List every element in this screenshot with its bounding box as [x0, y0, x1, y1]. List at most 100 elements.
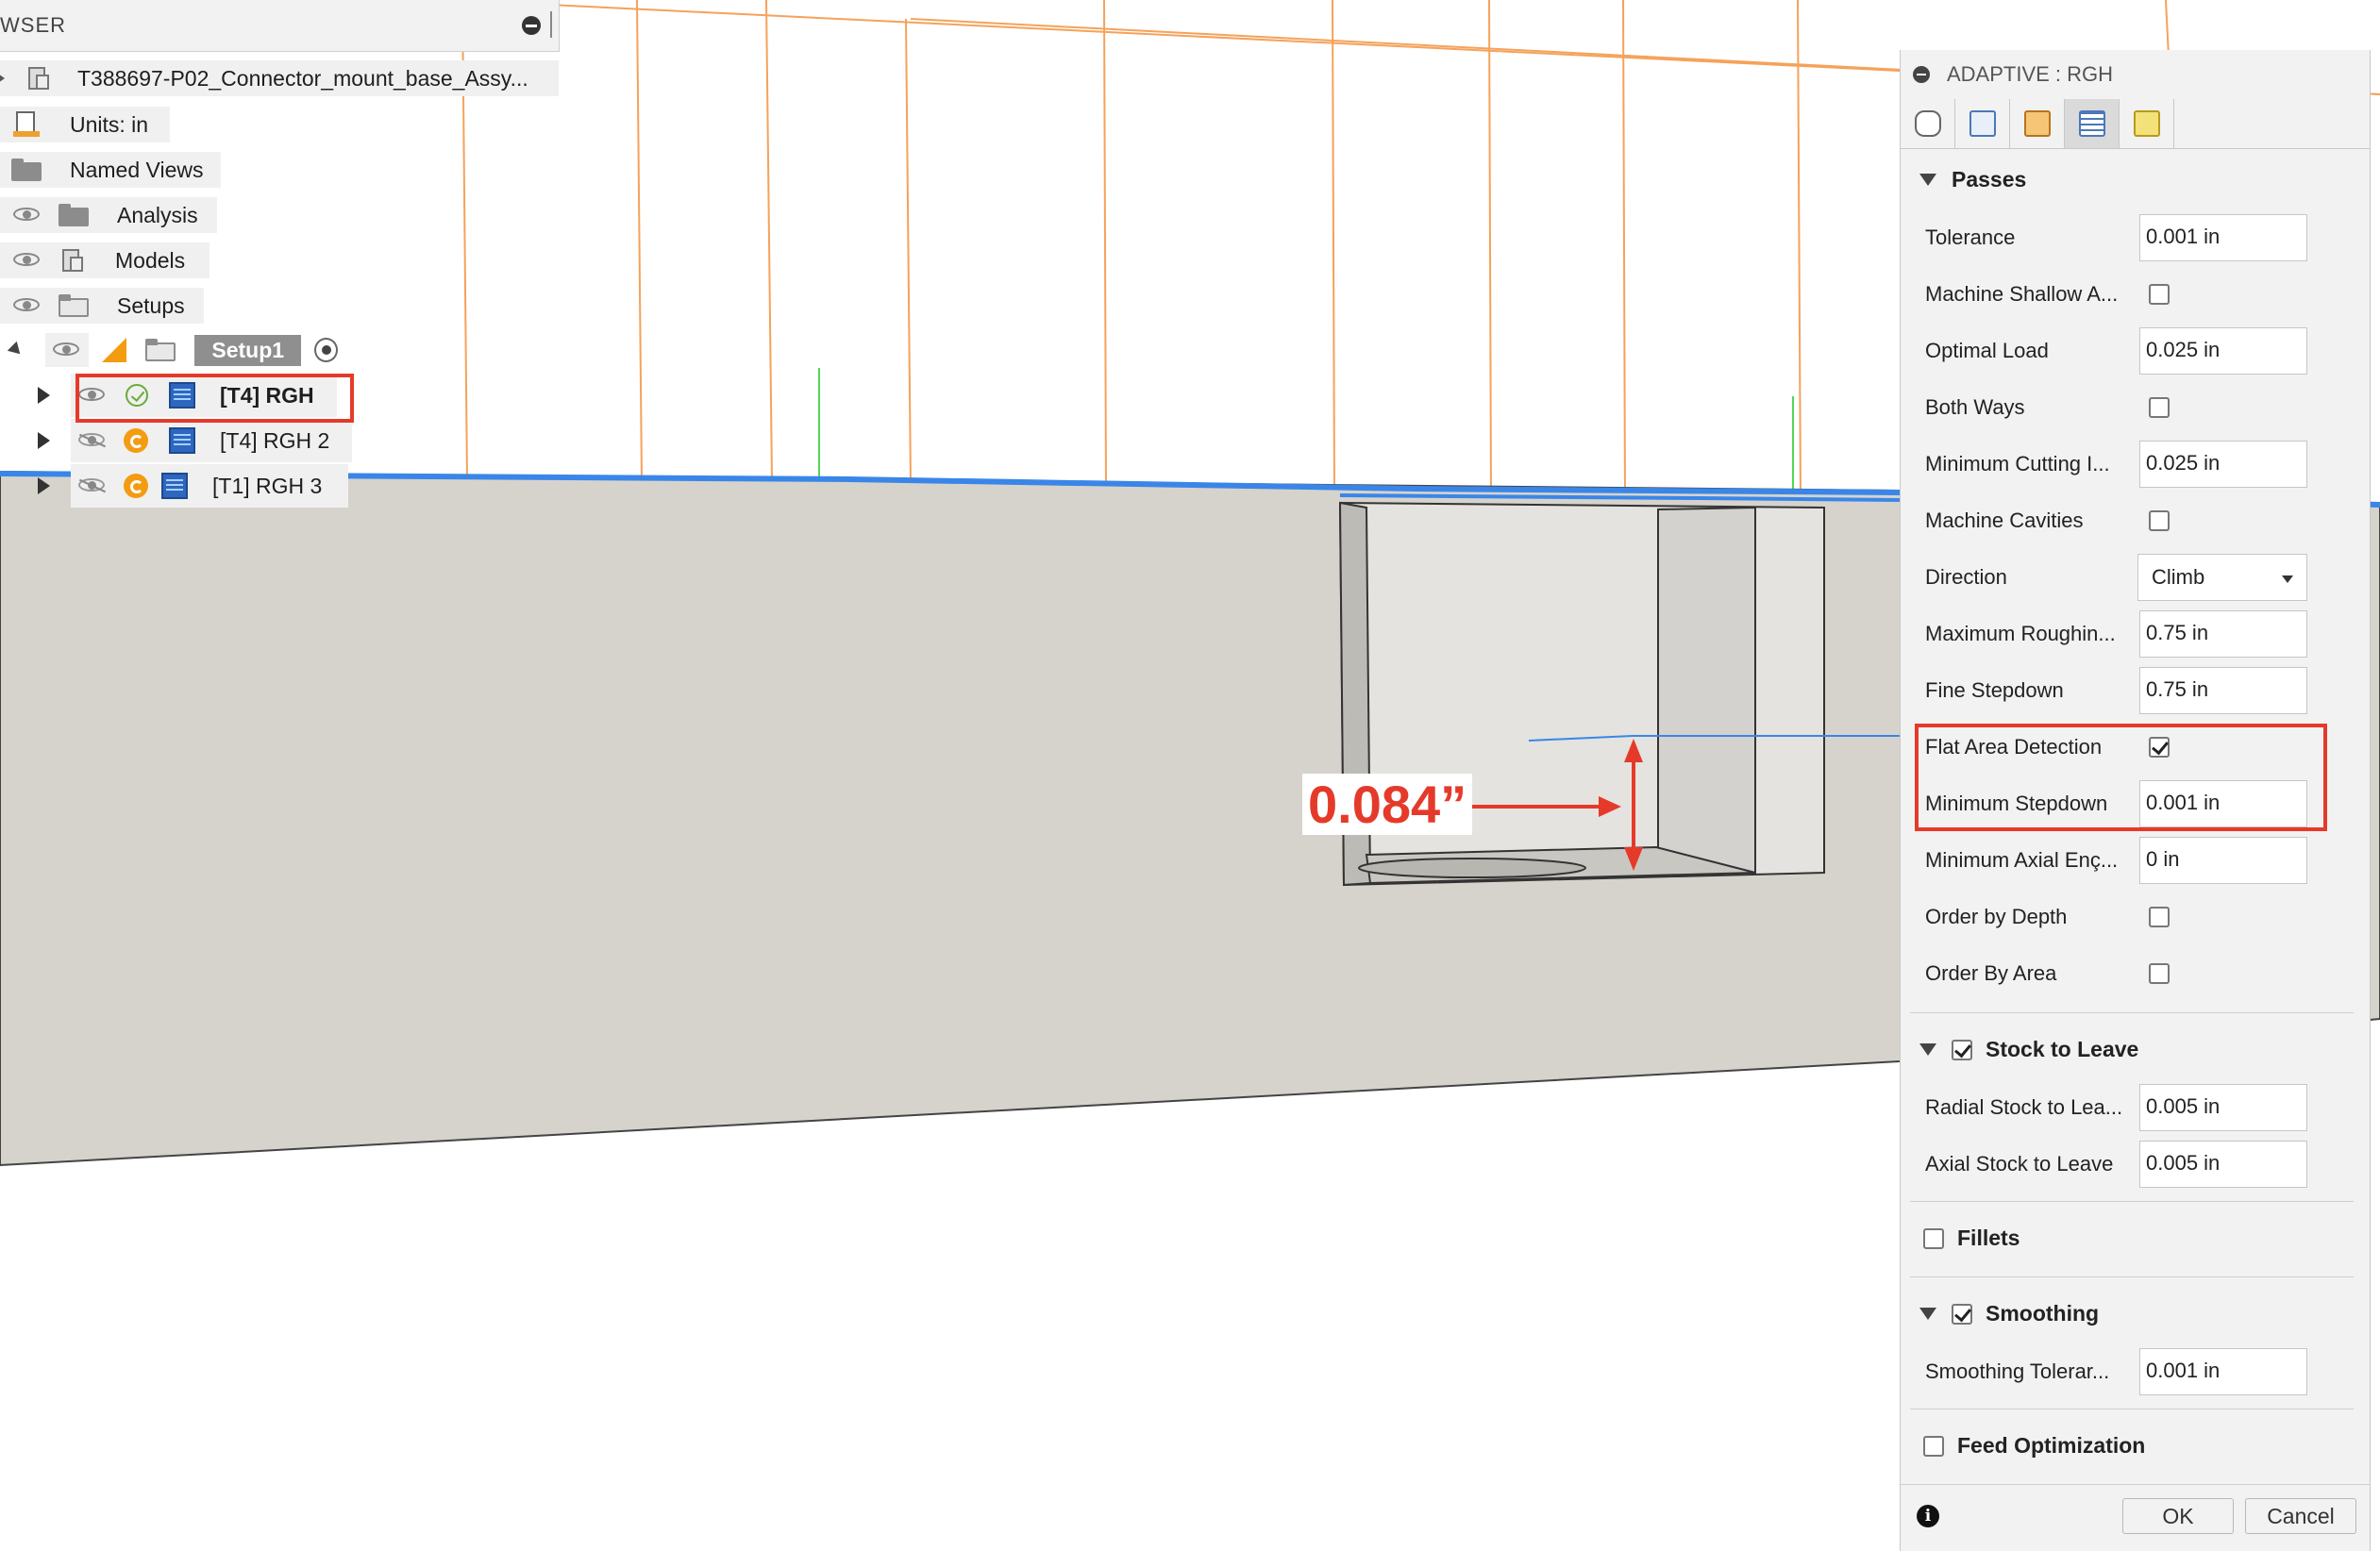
- op-row-bg: [T1] RGH 3: [71, 464, 349, 508]
- setups-node[interactable]: Setups: [0, 288, 204, 324]
- machine-cavities-checkbox[interactable]: [2149, 510, 2170, 531]
- minimize-icon[interactable]: [1913, 66, 1930, 83]
- fillets-checkbox[interactable]: [1923, 1227, 1944, 1249]
- models-node[interactable]: Models: [0, 242, 210, 278]
- machine-shallow-row: Machine Shallow A...: [1901, 271, 2370, 318]
- divider: [1910, 1201, 2354, 1202]
- operation-row-1[interactable]: [T4] RGH 2: [38, 419, 359, 462]
- tolerance-input[interactable]: 0.001 in: [2139, 214, 2307, 261]
- passes-icon: [2078, 110, 2105, 137]
- smoothing-heading: Smoothing: [1986, 1301, 2100, 1326]
- named-views-node[interactable]: Named Views: [0, 152, 221, 188]
- analysis-label: Analysis: [117, 202, 198, 227]
- operation-row-2[interactable]: [T1] RGH 3: [38, 464, 359, 508]
- ok-button[interactable]: OK: [2122, 1498, 2234, 1534]
- max-roughing-input[interactable]: 0.75 in: [2139, 610, 2307, 658]
- eye-icon[interactable]: [51, 341, 83, 359]
- expand-icon[interactable]: [38, 432, 50, 449]
- direction-select[interactable]: Climb: [2137, 554, 2307, 601]
- feed-optimization-section-header[interactable]: Feed Optimization: [1923, 1433, 2145, 1459]
- feed-optimization-checkbox[interactable]: [1923, 1435, 1944, 1457]
- optimal-load-row: Optimal Load 0.025 in: [1901, 327, 2370, 375]
- min-axial-input[interactable]: 0 in: [2139, 837, 2307, 884]
- linking-icon: [2133, 110, 2160, 137]
- fine-stepdown-input[interactable]: 0.75 in: [2139, 667, 2307, 714]
- direction-label: Direction: [1925, 565, 2007, 589]
- smoothing-checkbox[interactable]: [1952, 1303, 1972, 1325]
- info-icon[interactable]: i: [1917, 1505, 1939, 1527]
- adaptive-toolpath-icon: [161, 473, 188, 499]
- stock-checkbox[interactable]: [1952, 1039, 1972, 1060]
- pin-icon[interactable]: [550, 11, 555, 38]
- expand-icon[interactable]: [38, 387, 50, 404]
- order-area-checkbox[interactable]: [2149, 963, 2170, 984]
- highlight-box-settings: [1915, 724, 2327, 831]
- machine-cavities-row: Machine Cavities: [1901, 497, 2370, 544]
- dimension-annotation: 0.084”: [1302, 774, 1473, 835]
- direction-value: Climb: [2152, 565, 2205, 589]
- order-depth-checkbox[interactable]: [2149, 907, 2170, 927]
- machine-shallow-checkbox[interactable]: [2149, 284, 2170, 305]
- setup-visibility-group: [45, 333, 89, 367]
- eye-hidden-icon[interactable]: [76, 476, 109, 495]
- tab-passes[interactable]: [2065, 99, 2120, 148]
- units-label: Units: in: [70, 111, 149, 137]
- radial-stock-input[interactable]: 0.005 in: [2139, 1084, 2307, 1131]
- optimal-load-input[interactable]: 0.025 in: [2139, 327, 2307, 375]
- radial-stock-row: Radial Stock to Lea... 0.005 in: [1901, 1084, 2370, 1131]
- geometry-icon: [1969, 110, 1996, 137]
- cancel-button[interactable]: Cancel: [2245, 1498, 2356, 1534]
- collapse-icon[interactable]: [522, 16, 541, 35]
- axial-stock-input[interactable]: 0.005 in: [2139, 1141, 2307, 1188]
- both-ways-checkbox[interactable]: [2149, 397, 2170, 418]
- collapse-caret-icon[interactable]: [1919, 1308, 1936, 1320]
- activate-setup-icon[interactable]: [314, 338, 338, 362]
- passes-section-header[interactable]: Passes: [1919, 167, 2026, 192]
- machine-cavities-label: Machine Cavities: [1925, 509, 2084, 532]
- radial-stock-label: Radial Stock to Lea...: [1925, 1095, 2123, 1119]
- passes-heading: Passes: [1952, 167, 2027, 192]
- tool-icon: [1914, 110, 1941, 137]
- setup1-node[interactable]: Setup1: [0, 332, 338, 368]
- smoothing-tolerance-input[interactable]: 0.001 in: [2139, 1348, 2307, 1395]
- divider: [1901, 1484, 2370, 1485]
- smoothing-section-header[interactable]: Smoothing: [1919, 1301, 2099, 1326]
- setup1-label: Setup1: [194, 334, 302, 366]
- machine-shallow-label: Machine Shallow A...: [1925, 282, 2119, 306]
- fillets-heading: Fillets: [1957, 1226, 2020, 1250]
- collapse-caret-icon[interactable]: [1919, 174, 1936, 186]
- folder-icon: [59, 204, 91, 226]
- assembly-icon: [25, 65, 53, 92]
- operation-label: [T1] RGH 3: [212, 473, 323, 498]
- stock-section-header[interactable]: Stock to Leave: [1919, 1037, 2138, 1062]
- tab-heights[interactable]: [2010, 99, 2065, 148]
- fine-stepdown-label: Fine Stepdown: [1925, 678, 2064, 702]
- max-roughing-row: Maximum Roughin... 0.75 in: [1901, 610, 2370, 658]
- fine-stepdown-row: Fine Stepdown 0.75 in: [1901, 667, 2370, 714]
- fillets-section-header[interactable]: Fillets: [1923, 1226, 2020, 1251]
- tab-tool[interactable]: [1901, 99, 1955, 148]
- browser-header: WSER: [0, 0, 560, 52]
- eye-icon[interactable]: [11, 206, 43, 225]
- tab-linking[interactable]: [2120, 99, 2174, 148]
- highlight-box-operation: [75, 374, 354, 423]
- panel-title-bar: ADAPTIVE : RGH: [1901, 50, 2370, 99]
- min-cutting-input[interactable]: 0.025 in: [2139, 441, 2307, 488]
- order-area-row: Order By Area: [1901, 950, 2370, 997]
- min-cutting-label: Minimum Cutting I...: [1925, 452, 2110, 475]
- tab-geometry[interactable]: [1955, 99, 2010, 148]
- order-depth-label: Order by Depth: [1925, 905, 2068, 928]
- eye-icon[interactable]: [11, 251, 43, 270]
- eye-hidden-icon[interactable]: [76, 431, 109, 450]
- expand-icon[interactable]: [38, 477, 50, 494]
- min-axial-row: Minimum Axial Enç... 0 in: [1901, 837, 2370, 884]
- collapse-caret-icon[interactable]: [1919, 1043, 1936, 1056]
- analysis-node[interactable]: Analysis: [0, 197, 217, 233]
- units-node[interactable]: Units: in: [0, 107, 170, 142]
- eye-icon[interactable]: [11, 296, 43, 315]
- both-ways-row: Both Ways: [1901, 384, 2370, 431]
- collapse-tree-icon[interactable]: [7, 341, 25, 359]
- browser-title: WSER: [0, 13, 66, 37]
- browser-root-node[interactable]: T388697-P02_Connector_mount_base_Assy...: [0, 60, 559, 96]
- setups-label: Setups: [117, 292, 185, 318]
